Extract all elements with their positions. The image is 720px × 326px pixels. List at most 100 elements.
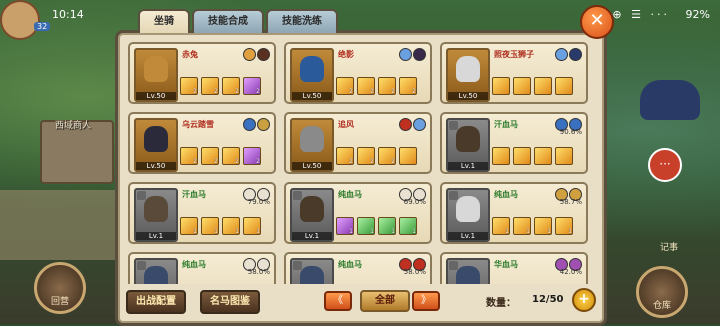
skill-icon[interactable]: 1 bbox=[336, 217, 354, 235]
mount-card[interactable]: Lv.1 华血马 42.0% bbox=[440, 252, 588, 284]
filter-select[interactable]: 全部 bbox=[360, 290, 410, 312]
skill-icon[interactable]: 2 bbox=[243, 147, 261, 165]
mount-level: Lv.50 bbox=[136, 92, 176, 100]
warehouse-label: 仓库 bbox=[652, 301, 671, 311]
skill-icon[interactable]: 2 bbox=[357, 147, 375, 165]
skill-icon[interactable] bbox=[555, 147, 573, 165]
skill-icon[interactable] bbox=[555, 77, 573, 95]
skill-icon[interactable]: 2 bbox=[222, 147, 240, 165]
skill-icon[interactable] bbox=[492, 147, 510, 165]
mount-card[interactable]: Lv.50 赤兔 2 2 2 2 bbox=[128, 42, 276, 104]
chat-button[interactable]: ··· bbox=[648, 148, 682, 182]
mount-portrait: Lv.1 bbox=[134, 258, 178, 284]
mount-name: 华血马 bbox=[494, 260, 518, 269]
mount-portrait: Lv.1 bbox=[290, 258, 334, 284]
lock-icon bbox=[293, 261, 302, 270]
growth-percent: 58.7% bbox=[559, 198, 582, 206]
tab-skill-synthesis[interactable]: 技能合成 bbox=[192, 9, 264, 33]
growth-percent: 42.0% bbox=[559, 268, 582, 276]
prev-filter-button[interactable]: 《 bbox=[324, 291, 352, 311]
skill-icon[interactable]: 2 bbox=[201, 147, 219, 165]
skill-icon[interactable]: 1 bbox=[555, 217, 573, 235]
growth-percent: 58.0% bbox=[403, 268, 426, 276]
mount-card[interactable]: Lv.50 照夜玉狮子 bbox=[440, 42, 588, 104]
skill-count: 2 bbox=[235, 88, 239, 95]
skill-icon[interactable]: 2 bbox=[357, 77, 375, 95]
mount-card[interactable]: Lv.50 追风 2 2 2 bbox=[284, 112, 432, 174]
skill-row: 1 1 1 1 bbox=[492, 217, 573, 235]
mount-card[interactable]: Lv.1 纯血马 58.0% bbox=[284, 252, 432, 284]
skill-icon[interactable]: 1 bbox=[378, 217, 396, 235]
close-button[interactable]: ✕ bbox=[580, 5, 614, 39]
skill-icon[interactable]: 2 bbox=[378, 147, 396, 165]
horse-head-icon bbox=[300, 266, 324, 284]
mount-card[interactable]: Lv.1 纯血马 69.0% 1 1 1 1 bbox=[284, 182, 432, 244]
skill-icon[interactable]: 1 bbox=[201, 217, 219, 235]
skill-icon[interactable] bbox=[513, 147, 531, 165]
skill-icon[interactable]: 2 bbox=[378, 77, 396, 95]
mount-name: 赤兔 bbox=[182, 50, 198, 59]
mount-card[interactable]: Lv.1 纯血马 58.7% 1 1 1 1 bbox=[440, 182, 588, 244]
skill-count: 2 bbox=[193, 88, 197, 95]
mount-name: 乌云踏雪 bbox=[182, 120, 214, 129]
attribute-icon bbox=[555, 48, 568, 61]
horse-head-icon bbox=[456, 196, 480, 222]
skill-row: 2 2 2 2 bbox=[180, 147, 261, 165]
skill-icon[interactable]: 2 bbox=[399, 77, 417, 95]
skill-count: 2 bbox=[214, 88, 218, 95]
skill-icon[interactable]: 1 bbox=[180, 217, 198, 235]
lock-icon bbox=[449, 121, 458, 130]
skill-icon[interactable]: 2 bbox=[243, 77, 261, 95]
mount-card[interactable]: Lv.1 汗血马 90.6% bbox=[440, 112, 588, 174]
warehouse-button[interactable]: 仓库 bbox=[636, 266, 688, 318]
return-camp-label: 回营 bbox=[50, 297, 69, 307]
mount-catalog-button[interactable]: 名马图鉴 bbox=[200, 290, 260, 314]
mount-card[interactable]: Lv.50 乌云踏雪 2 2 2 2 bbox=[128, 112, 276, 174]
panel-tabs: 坐骑 技能合成 技能洗练 bbox=[138, 9, 338, 33]
expand-capacity-button[interactable]: + bbox=[572, 288, 596, 312]
skill-icon[interactable]: 1 bbox=[534, 217, 552, 235]
mount-name: 绝影 bbox=[338, 50, 354, 59]
skill-icon[interactable]: 2 bbox=[336, 147, 354, 165]
attribute-icon bbox=[257, 48, 270, 61]
notes-label[interactable]: 记事 bbox=[660, 240, 678, 253]
skill-row: 1 1 1 1 bbox=[180, 217, 261, 235]
mount-grid: Lv.50 赤兔 2 2 2 2 Lv.50 绝影 2 2 2 2 Lv.50 照夜玉狮子 Lv.50 乌云踏… bbox=[128, 42, 588, 284]
skill-icon[interactable]: 2 bbox=[180, 77, 198, 95]
mount-name: 汗血马 bbox=[494, 120, 518, 129]
horse-head-icon bbox=[144, 196, 168, 222]
return-camp-button[interactable]: 回营 bbox=[34, 262, 86, 314]
deploy-config-button[interactable]: 出战配置 bbox=[126, 290, 186, 314]
skill-icon[interactable]: 2 bbox=[336, 77, 354, 95]
mount-level: Lv.1 bbox=[136, 232, 176, 240]
tab-skill-refine[interactable]: 技能洗练 bbox=[266, 9, 338, 33]
skill-icon[interactable]: 1 bbox=[243, 217, 261, 235]
skill-icon[interactable]: 1 bbox=[357, 217, 375, 235]
skill-icon[interactable] bbox=[534, 77, 552, 95]
skill-icon[interactable]: 2 bbox=[201, 77, 219, 95]
skill-icon[interactable]: 2 bbox=[180, 147, 198, 165]
next-filter-button[interactable]: 》 bbox=[412, 291, 440, 311]
skill-icon[interactable] bbox=[534, 147, 552, 165]
skill-icon[interactable]: 1 bbox=[399, 217, 417, 235]
player-avatar[interactable] bbox=[0, 0, 40, 40]
skill-icon[interactable]: 2 bbox=[222, 77, 240, 95]
skill-count: 2 bbox=[214, 158, 218, 165]
skill-icon[interactable]: 1 bbox=[492, 217, 510, 235]
lock-icon bbox=[137, 191, 146, 200]
skill-icon[interactable]: 1 bbox=[513, 217, 531, 235]
skill-icon[interactable]: 1 bbox=[222, 217, 240, 235]
tab-mount[interactable]: 坐骑 bbox=[138, 9, 190, 33]
mount-name: 纯血马 bbox=[338, 260, 362, 269]
skill-row: 1 1 1 1 bbox=[336, 217, 417, 235]
skill-count: 1 bbox=[256, 228, 260, 235]
mount-card[interactable]: Lv.50 绝影 2 2 2 2 bbox=[284, 42, 432, 104]
attribute-icon bbox=[257, 118, 270, 131]
skill-icon[interactable] bbox=[513, 77, 531, 95]
attribute-icon bbox=[413, 48, 426, 61]
skill-icon[interactable] bbox=[492, 77, 510, 95]
skill-icon[interactable] bbox=[399, 147, 417, 165]
mount-card[interactable]: Lv.1 汗血马 79.0% 1 1 1 1 bbox=[128, 182, 276, 244]
mount-card[interactable]: Lv.1 纯血马 58.0% bbox=[128, 252, 276, 284]
mount-portrait: Lv.1 bbox=[134, 188, 178, 242]
